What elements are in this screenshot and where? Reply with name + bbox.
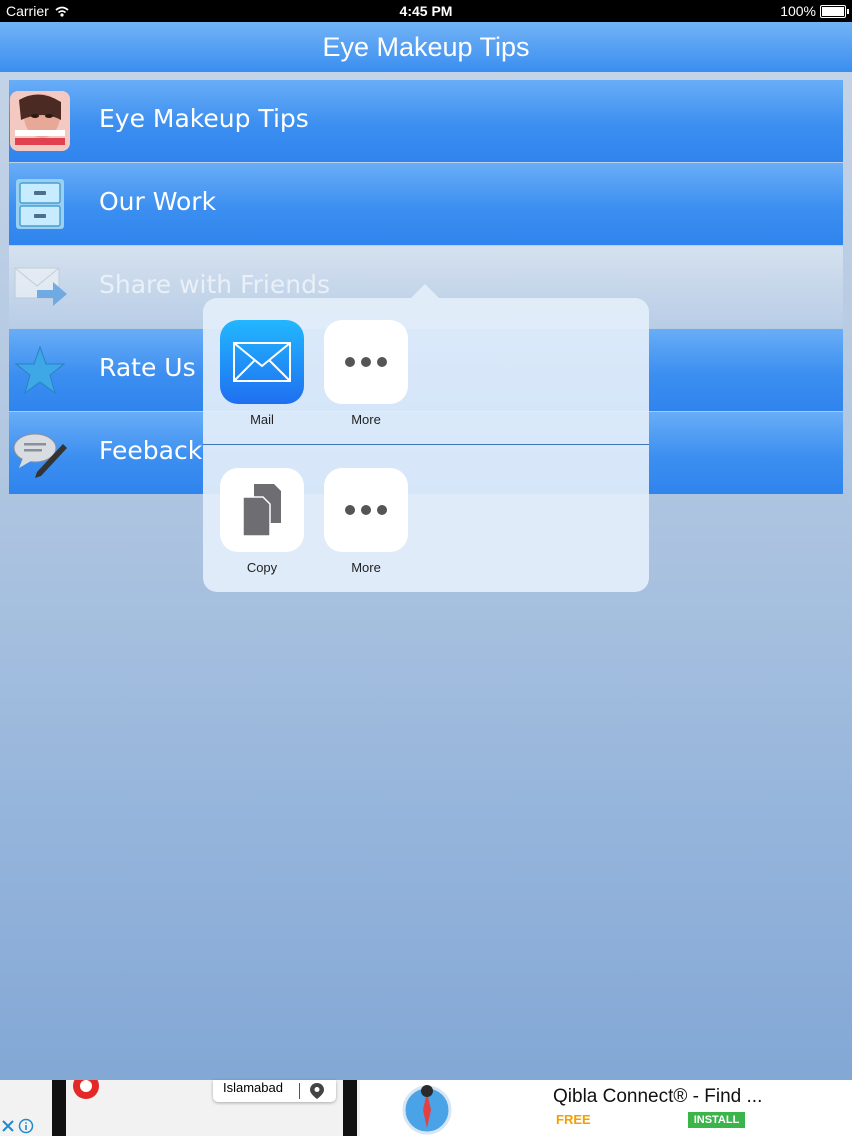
status-bar: Carrier 4:45 PM 100% [0, 0, 852, 22]
ad-location-label: Islamabad [223, 1080, 283, 1095]
ad-location-separator [299, 1083, 300, 1099]
battery-icon [820, 4, 849, 18]
ad-title[interactable]: Qibla Connect® - Find ... [553, 1086, 762, 1108]
menu-item-label: Our Work [99, 187, 217, 216]
ad-frame-right [343, 1080, 357, 1136]
menu-item-label: Feeback [99, 436, 203, 465]
mail-icon [233, 342, 291, 382]
map-pin-icon [310, 1083, 324, 1099]
share-mail-button[interactable]: Mail [220, 320, 304, 427]
more-tile[interactable] [324, 468, 408, 552]
compass-app-icon [402, 1085, 452, 1135]
ad-app-icon-red [73, 1080, 99, 1099]
battery-percent: 100% [780, 3, 816, 19]
more-tile[interactable] [324, 320, 408, 404]
share-button-label: Mail [250, 412, 274, 427]
share-popover: Mail More Copy More [203, 298, 649, 592]
menu-item-label: Rate Us [99, 353, 196, 382]
navigation-bar: Eye Makeup Tips [0, 22, 852, 72]
menu-item-eye-makeup-tips[interactable]: Eye Makeup Tips [9, 80, 843, 162]
share-more-button[interactable]: More [324, 320, 408, 427]
copy-icon [242, 484, 281, 537]
ad-location-bar: Islamabad [213, 1080, 336, 1102]
share-button-label: More [351, 560, 381, 575]
more-icon [345, 505, 387, 515]
popover-arrow [411, 284, 439, 298]
mail-tile[interactable] [220, 320, 304, 404]
mail-share-icon [14, 267, 67, 306]
ad-install-button[interactable]: INSTALL [688, 1112, 745, 1128]
menu-item-our-work[interactable]: Our Work [9, 163, 843, 245]
menu-item-label: Eye Makeup Tips [99, 104, 309, 133]
clock: 4:45 PM [399, 3, 453, 19]
ad-price: FREE [556, 1112, 591, 1127]
chat-pencil-icon [13, 433, 67, 478]
ad-banner[interactable]: Islamabad Qibla Connect® - Find ... FREE… [0, 1080, 852, 1136]
cabinet-drawer-icon [16, 179, 64, 229]
makeup-photo-icon [10, 91, 70, 151]
menu-item-label: Share with Friends [99, 270, 330, 299]
battery-indicator: 100% [780, 3, 849, 19]
share-button-label: Copy [246, 560, 278, 575]
ad-close-icon[interactable] [0, 1118, 36, 1136]
star-icon [14, 345, 66, 395]
page-title: Eye Makeup Tips [322, 32, 530, 62]
share-button-label: More [351, 412, 381, 427]
more-icon [345, 357, 387, 367]
copy-tile[interactable] [220, 468, 304, 552]
action-more-button[interactable]: More [324, 468, 408, 575]
ad-frame-left [52, 1080, 66, 1136]
popover-divider [203, 444, 649, 445]
copy-button[interactable]: Copy [220, 468, 304, 575]
